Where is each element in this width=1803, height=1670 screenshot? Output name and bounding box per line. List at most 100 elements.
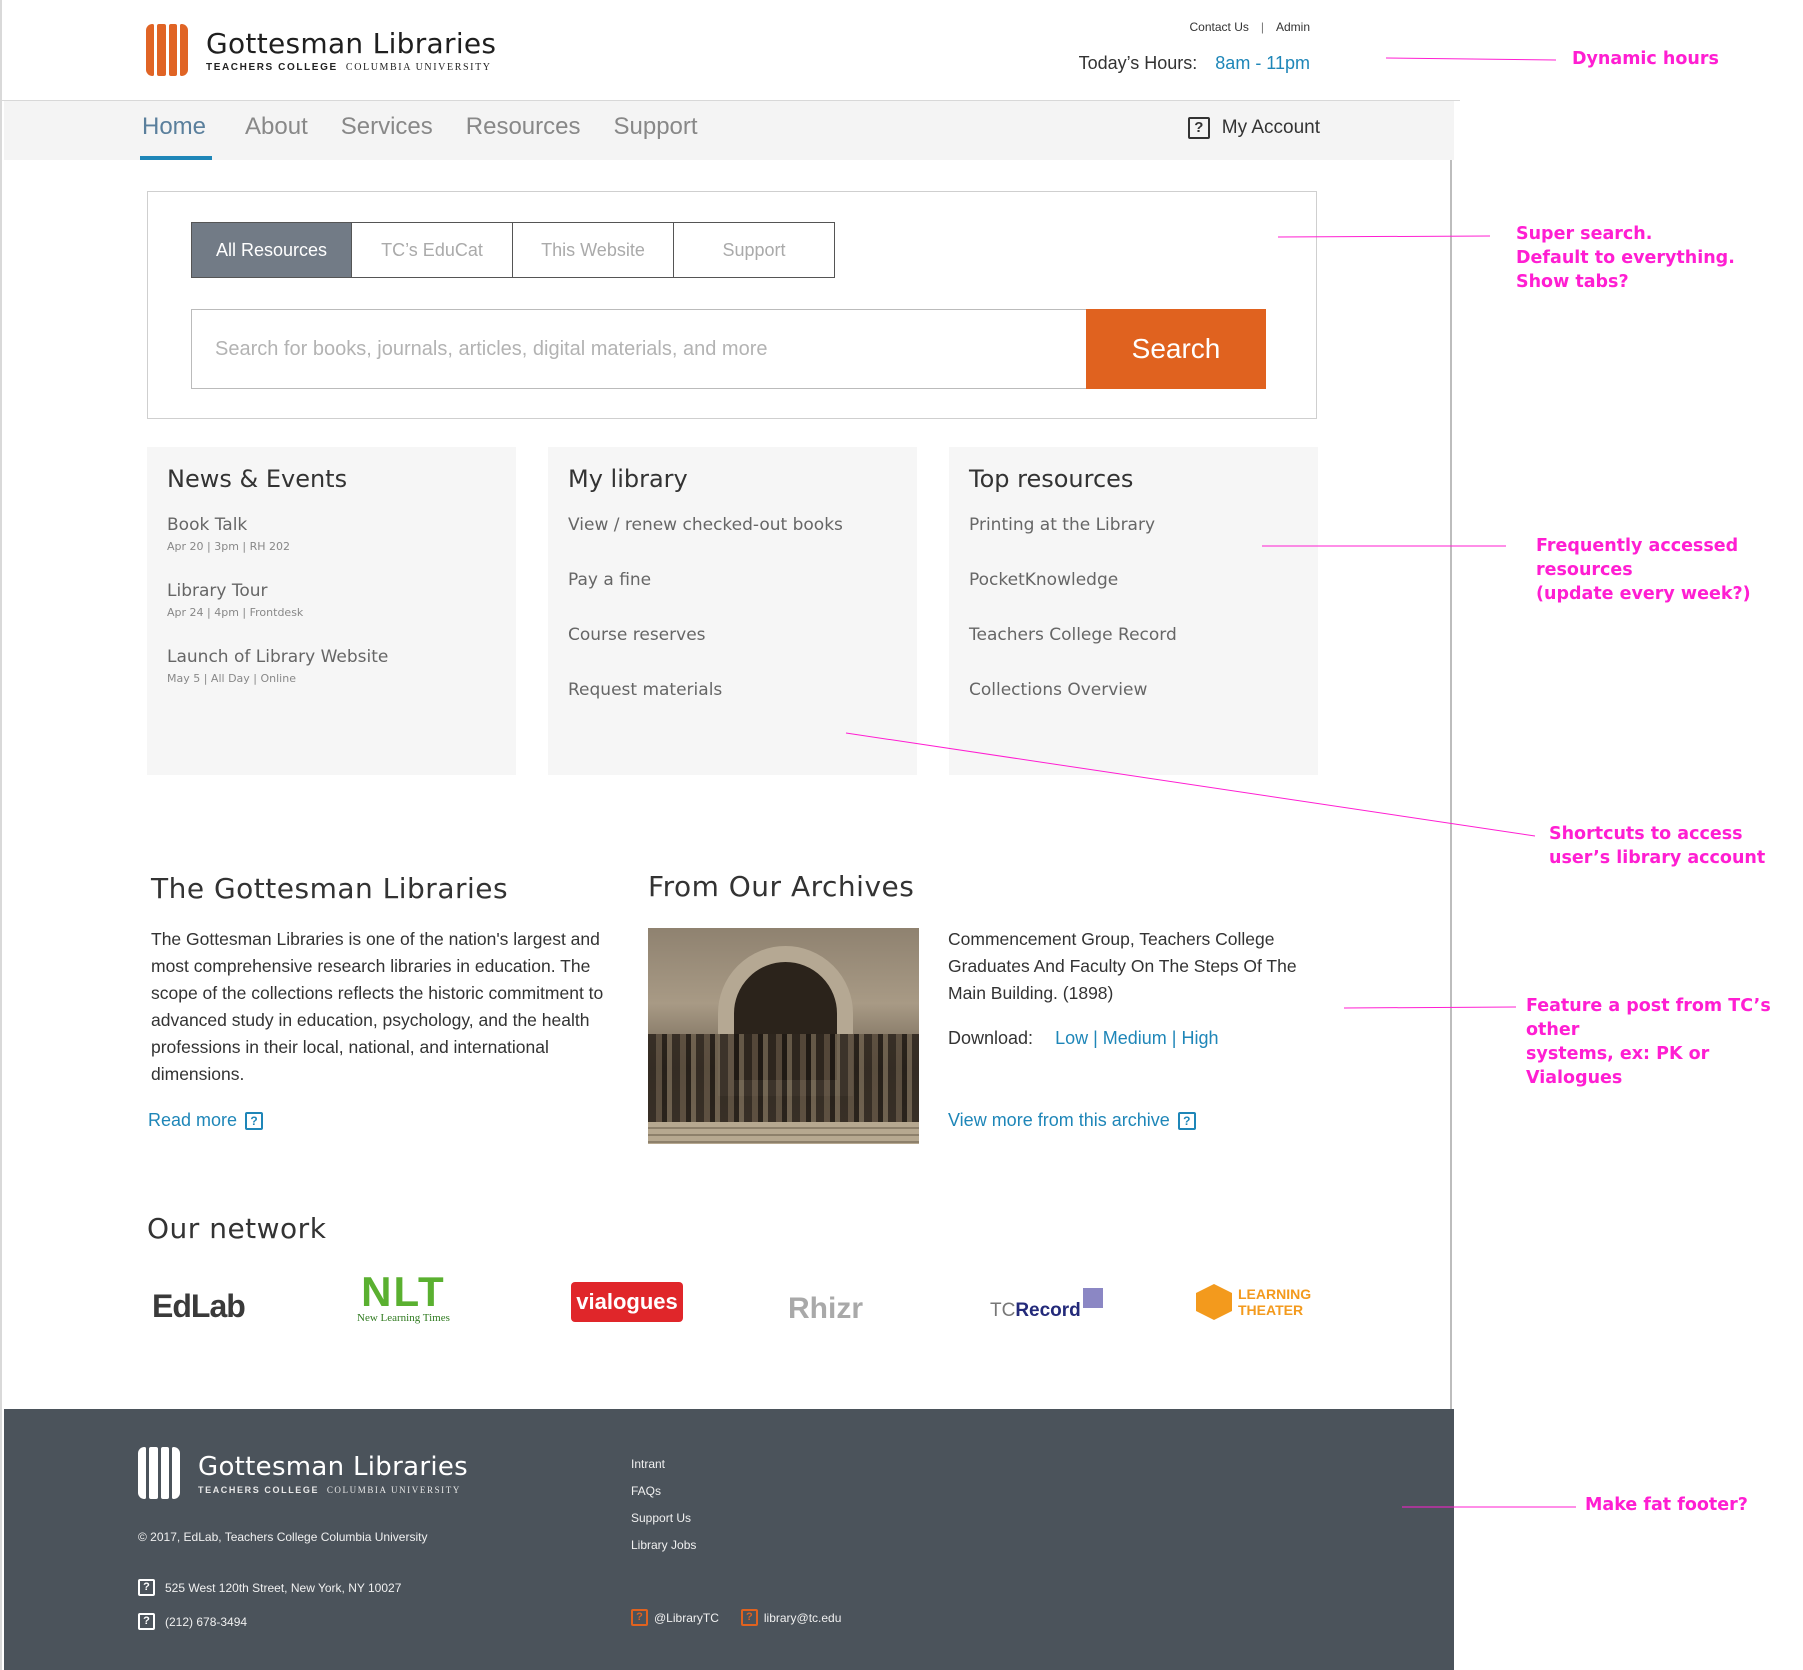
contact-us-link[interactable]: Contact Us xyxy=(1190,20,1249,34)
top-resource-link[interactable]: Collections Overview xyxy=(969,680,1298,700)
tcrecord-prefix: TC xyxy=(990,1300,1016,1321)
site-header: Gottesman Libraries TEACHERS COLLEGE COL… xyxy=(2,0,1460,101)
nlt-logo[interactable]: NLT New Learning Times xyxy=(357,1271,450,1325)
wireframe-page: Gottesman Libraries TEACHERS COLLEGE COL… xyxy=(0,0,1460,1670)
footer-logo[interactable]: Gottesman Libraries TEACHERS COLLEGE COL… xyxy=(138,1447,468,1499)
news-events-card: News & Events Book Talk Apr 20 | 3pm | R… xyxy=(147,447,516,775)
email-link[interactable]: ? library@tc.edu xyxy=(740,1609,841,1626)
hours-value: 8am - 11pm xyxy=(1215,53,1310,73)
my-library-link[interactable]: Course reserves xyxy=(568,625,897,645)
location-icon: ? xyxy=(138,1579,155,1596)
my-library-card: My library View / renew checked-out book… xyxy=(548,447,917,775)
my-account-button[interactable]: ? My Account xyxy=(1187,117,1320,139)
about-title: The Gottesman Libraries xyxy=(151,872,509,905)
tab-educat[interactable]: TC’s EduCat xyxy=(352,222,513,278)
tcrecord-mark-icon xyxy=(1082,1288,1103,1308)
utility-links: Contact Us | Admin xyxy=(1190,20,1311,34)
event-item[interactable]: Book Talk Apr 20 | 3pm | RH 202 xyxy=(167,515,496,553)
annotation-hours: Dynamic hours xyxy=(1572,49,1719,69)
archive-caption: Commencement Group, Teachers College Gra… xyxy=(948,929,1297,1003)
nav-services[interactable]: Services xyxy=(341,113,433,160)
rhizr-logo[interactable]: Rhizr xyxy=(788,1292,863,1326)
learning-theater-icon xyxy=(1196,1284,1232,1320)
my-library-link[interactable]: Pay a fine xyxy=(568,570,897,590)
annotation-shortcuts-line1: Shortcuts to access xyxy=(1549,824,1743,844)
footer-link-intrant[interactable]: Intrant xyxy=(631,1457,696,1471)
vialogues-text: vialogues xyxy=(576,1289,678,1314)
external-link-icon: ? xyxy=(245,1111,264,1130)
phone-text: (212) 678-3494 xyxy=(165,1614,248,1629)
utility-separator: | xyxy=(1260,20,1264,34)
learning-theater-line1: LEARNING xyxy=(1238,1286,1312,1302)
my-library-link[interactable]: Request materials xyxy=(568,680,897,700)
annotation-search-line3: Show tabs? xyxy=(1516,272,1629,292)
edlab-text: EdLab xyxy=(152,1288,246,1324)
edlab-logo[interactable]: EdLab xyxy=(152,1288,246,1325)
event-item[interactable]: Library Tour Apr 24 | 4pm | Frontdesk xyxy=(167,581,496,619)
twitter-link[interactable]: ? @LibraryTC xyxy=(631,1609,719,1626)
annotation-feature: Feature a post from TC’s other systems, … xyxy=(1526,994,1803,1090)
nav-resources[interactable]: Resources xyxy=(466,113,581,160)
annotation-resources: Frequently accessed resources (update ev… xyxy=(1536,534,1803,606)
event-detail: May 5 | All Day | Online xyxy=(167,672,296,685)
library-logo-icon xyxy=(146,24,188,76)
footer-social: ? @LibraryTC ? library@tc.edu xyxy=(631,1609,841,1626)
search-tabs: All Resources TC’s EduCat This Website S… xyxy=(191,222,835,278)
annotation-footer: Make fat footer? xyxy=(1585,1495,1748,1515)
download-row: Download: Low | Medium | High xyxy=(948,1028,1218,1049)
event-item[interactable]: Launch of Library Website May 5 | All Da… xyxy=(167,647,496,685)
archive-photo[interactable] xyxy=(648,928,919,1144)
download-options[interactable]: Low | Medium | High xyxy=(1055,1028,1218,1049)
top-resources-card: Top resources Printing at the Library Po… xyxy=(949,447,1318,775)
nav-support[interactable]: Support xyxy=(614,113,698,160)
top-resource-link[interactable]: Teachers College Record xyxy=(969,625,1298,645)
read-more-link[interactable]: Read more? xyxy=(148,1110,264,1131)
top-resource-link[interactable]: PocketKnowledge xyxy=(969,570,1298,590)
address-text: 525 West 120th Street, New York, NY 1002… xyxy=(165,1580,402,1595)
top-resource-link[interactable]: Printing at the Library xyxy=(969,515,1298,535)
event-detail: Apr 20 | 3pm | RH 202 xyxy=(167,540,291,553)
account-icon: ? xyxy=(1187,117,1210,139)
copyright: © 2017, EdLab, Teachers College Columbia… xyxy=(138,1530,428,1544)
tcrecord-logo[interactable]: TC Record xyxy=(990,1274,1103,1322)
learning-theater-line2: THEATER xyxy=(1238,1302,1304,1318)
annotation-resources-line1: Frequently accessed resources xyxy=(1536,536,1739,580)
footer-link-library-jobs[interactable]: Library Jobs xyxy=(631,1538,696,1552)
admin-link[interactable]: Admin xyxy=(1276,20,1310,34)
event-detail: Apr 24 | 4pm | Frontdesk xyxy=(167,606,304,619)
download-label: Download: xyxy=(948,1028,1034,1048)
view-more-label: View more from this archive xyxy=(948,1110,1170,1130)
footer-phone: ? (212) 678-3494 xyxy=(138,1613,247,1630)
site-footer: Gottesman Libraries TEACHERS COLLEGE COL… xyxy=(4,1409,1454,1670)
todays-hours: Today’s Hours: 8am - 11pm xyxy=(1079,53,1310,74)
event-title: Book Talk xyxy=(167,515,248,535)
my-account-label: My Account xyxy=(1221,117,1320,138)
learning-theater-logo[interactable]: LEARNING THEATER xyxy=(1196,1284,1311,1320)
nav-home[interactable]: Home xyxy=(140,113,213,160)
vialogues-logo[interactable]: vialogues xyxy=(571,1282,683,1322)
tab-all-resources[interactable]: All Resources xyxy=(191,222,352,278)
tab-this-website[interactable]: This Website xyxy=(513,222,674,278)
annotation-resources-line2: (update every week?) xyxy=(1536,584,1751,604)
footer-link-support-us[interactable]: Support Us xyxy=(631,1511,696,1525)
footer-link-faqs[interactable]: FAQs xyxy=(631,1484,696,1498)
email-icon: ? xyxy=(740,1609,758,1626)
view-more-archive-link[interactable]: View more from this archive? xyxy=(948,1110,1196,1131)
site-logo[interactable]: Gottesman Libraries TEACHERS COLLEGE COL… xyxy=(146,24,496,76)
twitter-handle: @LibraryTC xyxy=(654,1610,719,1625)
footer-logo-sub-bold: TEACHERS COLLEGE xyxy=(198,1485,320,1495)
hours-label: Today’s Hours: xyxy=(1078,53,1198,73)
tab-support[interactable]: Support xyxy=(674,222,835,278)
archives-title: From Our Archives xyxy=(648,870,915,903)
top-resources-title: Top resources xyxy=(969,465,1134,493)
annotation-search-line2: Default to everything. xyxy=(1516,248,1735,268)
annotation-feature-line1: Feature a post from TC’s other xyxy=(1526,996,1771,1040)
network-title: Our network xyxy=(147,1212,327,1245)
external-link-icon: ? xyxy=(1177,1111,1196,1130)
search-button[interactable]: Search xyxy=(1086,309,1266,389)
main-nav: Home About Services Resources Support ? … xyxy=(4,101,1454,160)
my-library-link[interactable]: View / renew checked-out books xyxy=(568,515,897,535)
logo-sub-rest: COLUMBIA UNIVERSITY xyxy=(345,61,492,73)
nav-about[interactable]: About xyxy=(245,113,308,160)
search-input[interactable] xyxy=(191,309,1086,389)
